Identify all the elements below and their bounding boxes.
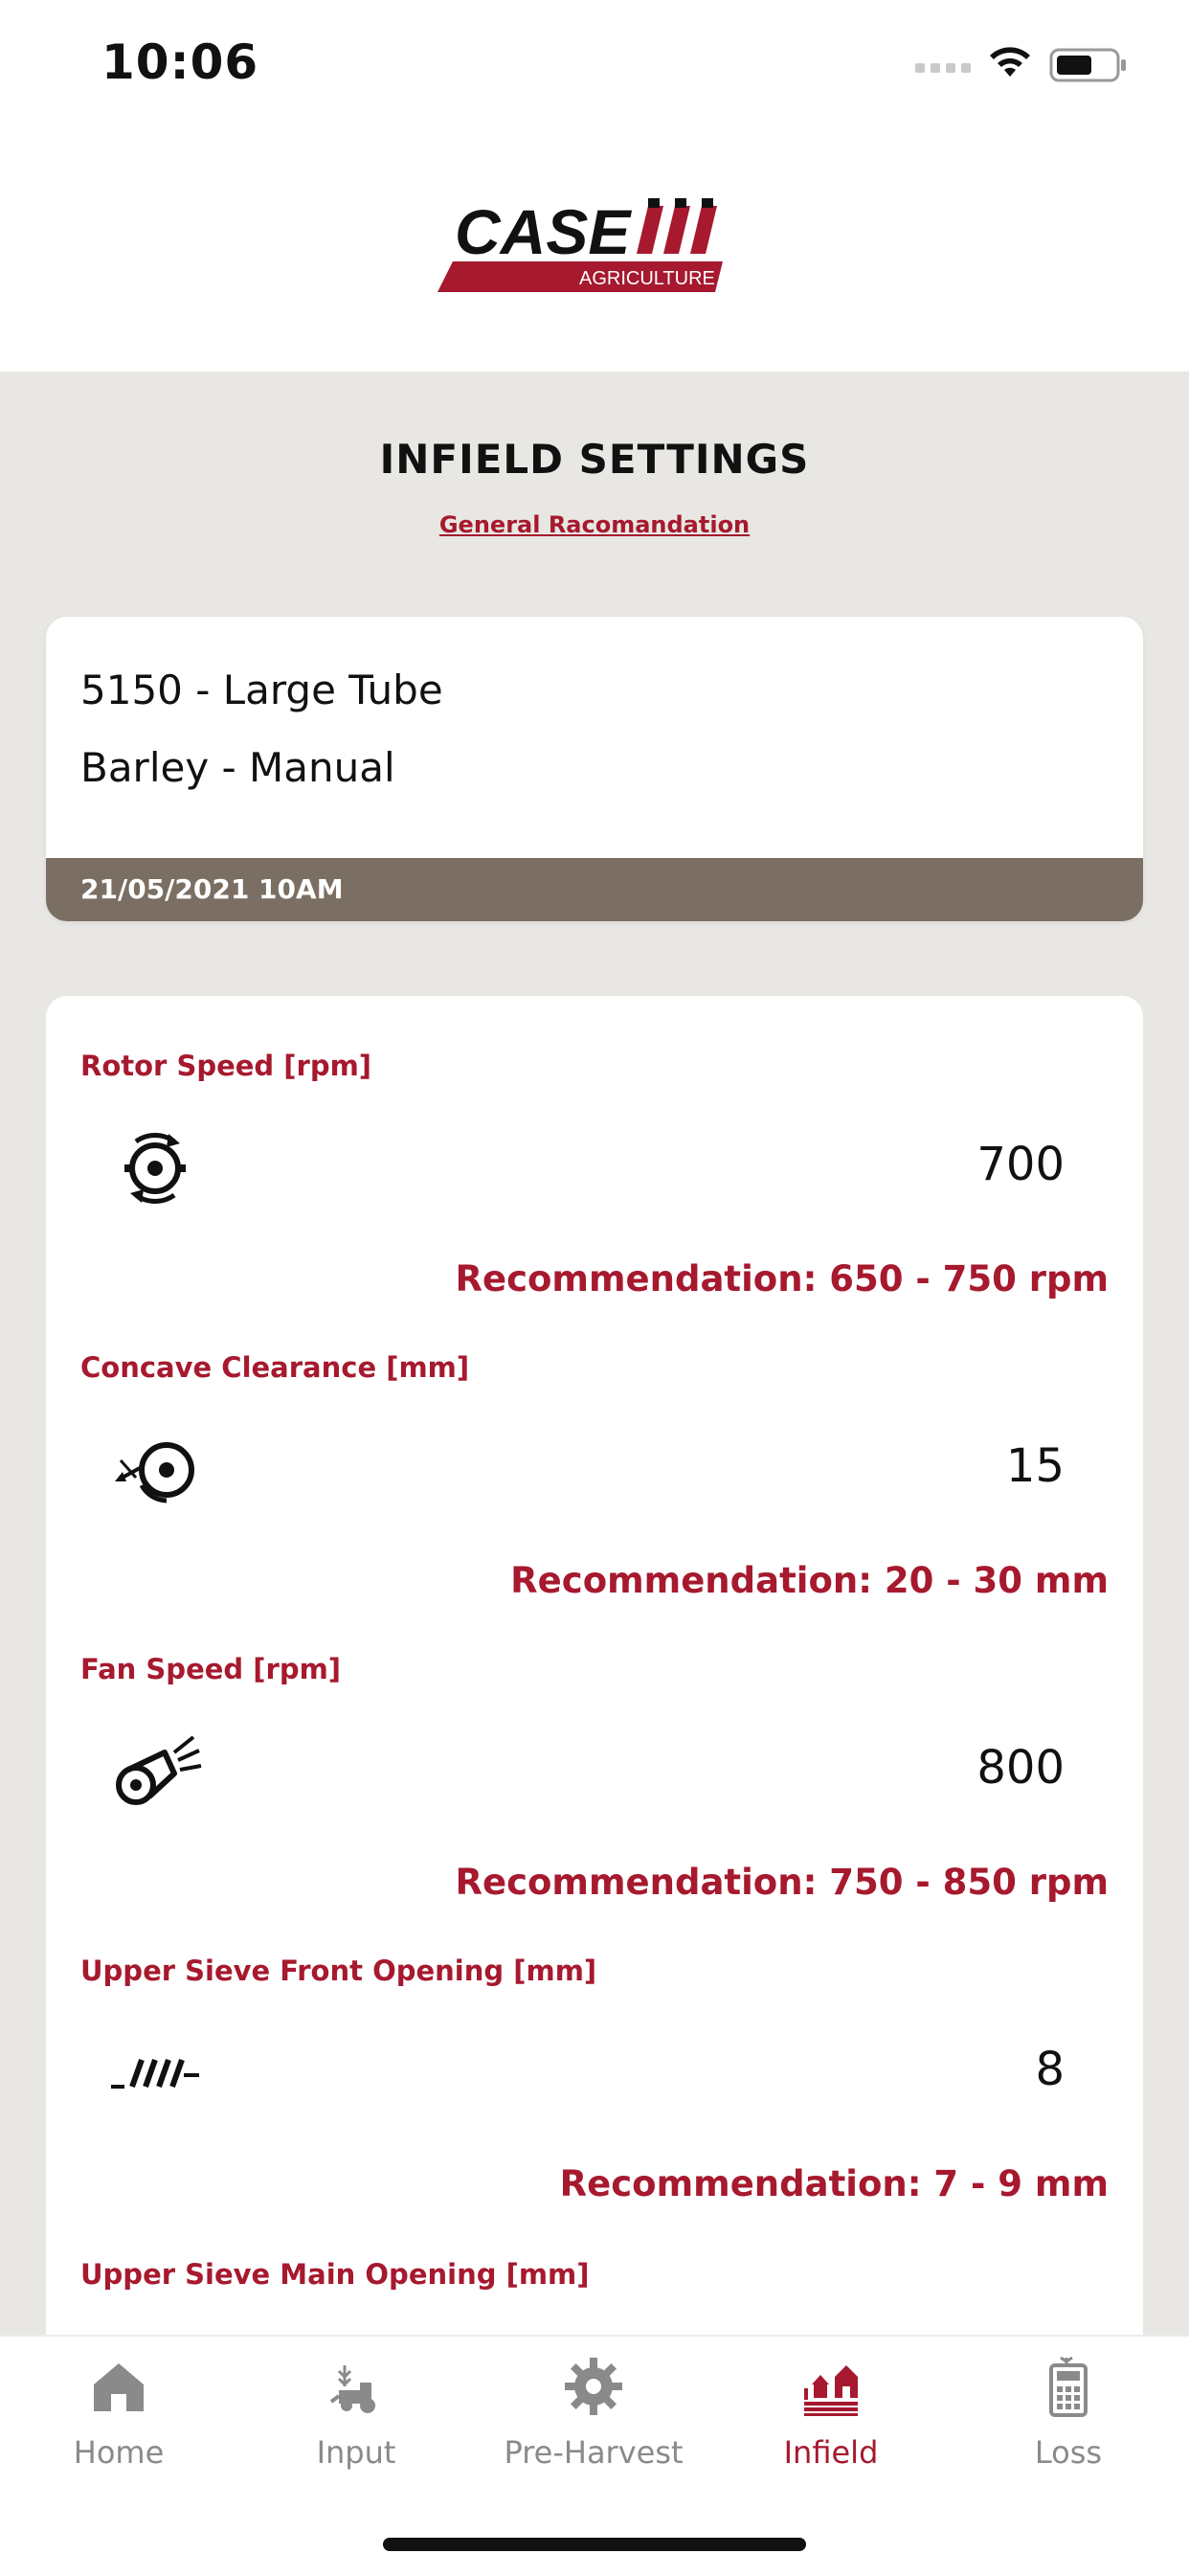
tab-input[interactable]: Input (237, 2337, 475, 2490)
setting-value[interactable]: 700 (976, 1138, 1065, 1191)
machine-model: 5150 - Large Tube (80, 667, 443, 713)
setting-label: Fan Speed [rpm] (80, 1653, 342, 1685)
status-time: 10:06 (101, 34, 259, 90)
tab-label: Input (316, 2434, 396, 2471)
setting-label: Concave Clearance [mm] (80, 1351, 470, 1384)
setting-recommendation: Recommendation: 20 - 30 mm (510, 1560, 1109, 1601)
setting-value[interactable]: 800 (976, 1741, 1065, 1795)
tab-label: Loss (1034, 2434, 1103, 2471)
setting-value[interactable]: 8 (1035, 2043, 1065, 2096)
concave-icon (115, 1442, 194, 1503)
session-date: 21/05/2021 10AM (80, 873, 344, 905)
setting-value[interactable]: 15 (1006, 1439, 1065, 1493)
battery-icon (1049, 48, 1126, 82)
tab-label: Pre-Harvest (504, 2434, 684, 2471)
fan-icon (116, 1735, 202, 1805)
wifi-icon (990, 47, 1030, 77)
tab-label: Infield (783, 2434, 879, 2471)
tab-label: Home (73, 2434, 165, 2471)
gear-icon (565, 2358, 622, 2415)
home-indicator (383, 2538, 806, 2551)
home-icon (94, 2363, 144, 2411)
setting-recommendation: Recommendation: 650 - 750 rpm (455, 1258, 1110, 1299)
svg-text:AGRICULTURE: AGRICULTURE (579, 268, 715, 289)
case-agriculture-logo: CASE AGRICULTURE (437, 196, 723, 292)
tab-infield[interactable]: Infield (712, 2337, 950, 2490)
date-bar: 21/05/2021 10AM (46, 858, 1143, 921)
setting-recommendation: Recommendation: 750 - 850 rpm (455, 1862, 1110, 1903)
machine-info-card: 5150 - Large Tube Barley - Manual 21/05/… (46, 617, 1143, 921)
harvester-icon (329, 2365, 375, 2413)
app-header: CASE AGRICULTURE (0, 124, 1189, 372)
page-title: INFIELD SETTINGS (379, 436, 810, 483)
svg-text:CASE: CASE (455, 196, 632, 267)
setting-label: Rotor Speed [rpm] (80, 1050, 372, 1082)
tab-loss[interactable]: Loss (950, 2337, 1187, 2490)
setting-recommendation: Recommendation: 7 - 9 mm (559, 2163, 1109, 2204)
general-recommendation-link[interactable]: General Racomandation (0, 511, 1189, 538)
setting-label: Upper Sieve Front Opening [mm] (80, 1955, 597, 1987)
sieve-icon (111, 2058, 199, 2089)
setting-fan-speed[interactable]: Fan Speed [rpm] 800 Recommendation: 750 … (46, 1599, 1143, 1903)
tab-home[interactable]: Home (0, 2337, 237, 2490)
setting-rotor-speed[interactable]: Rotor Speed [rpm] 700 Recommendation: 65… (46, 996, 1143, 1299)
status-bar: 10:06 (0, 0, 1189, 124)
rotor-icon (124, 1133, 186, 1204)
signal-icon (915, 63, 971, 73)
setting-concave-clearance[interactable]: Concave Clearance [mm] 15 Recommendation… (46, 1298, 1143, 1601)
calculator-icon (1049, 2356, 1088, 2417)
setting-upper-sieve-front[interactable]: Upper Sieve Front Opening [mm] 8 Recomme… (46, 1901, 1143, 2204)
field-icon (804, 2365, 858, 2416)
crop-mode: Barley - Manual (80, 744, 395, 791)
tab-pre-harvest[interactable]: Pre-Harvest (475, 2337, 712, 2490)
setting-label-upper-sieve-main: Upper Sieve Main Opening [mm] (80, 2258, 590, 2291)
settings-list: Rotor Speed [rpm] 700 Recommendation: 65… (46, 996, 1143, 2394)
